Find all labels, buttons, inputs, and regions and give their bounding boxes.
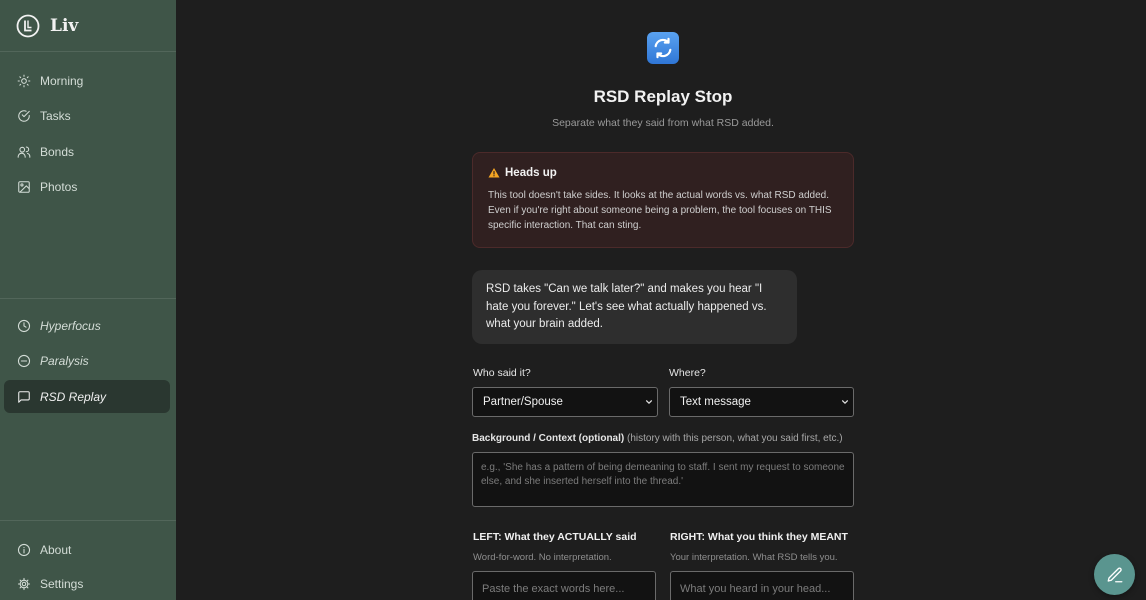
left-placeholder: Paste the exact words here...: [482, 583, 625, 595]
main-content: RSD Replay Stop Separate what they said …: [176, 0, 1146, 600]
check-circle-icon: [18, 109, 30, 122]
sidebar-item-label: RSD Replay: [40, 389, 107, 404]
context-label-hint: (history with this person, what you said…: [627, 433, 843, 444]
context-label: Background / Context (optional) (history…: [472, 433, 843, 444]
warning-body: This tool doesn't take sides. It looks a…: [488, 190, 832, 231]
sidebar-item-label: Settings: [40, 576, 84, 591]
sidebar-item-label: Morning: [40, 73, 84, 88]
sidebar-divider: [0, 298, 176, 299]
sidebar-item-morning[interactable]: Morning: [4, 64, 170, 97]
sun-icon: [17, 74, 31, 87]
brand[interactable]: Liv: [0, 0, 176, 52]
minus-circle-icon: [17, 354, 31, 367]
warning-title: Heads up: [505, 167, 557, 179]
warning-header: Heads up: [488, 167, 839, 179]
chevron-down-icon: [645, 400, 653, 404]
users-icon: [17, 146, 31, 158]
liv-logo-icon: [16, 14, 40, 37]
sidebar-item-label: Hyperfocus: [40, 318, 101, 333]
where-label: Where?: [669, 367, 706, 379]
info-icon: [17, 543, 31, 556]
page-subtitle: Separate what they said from what RSD ad…: [552, 117, 774, 129]
sidebar: Liv Morning Tasks Bonds Photos Hyperfocu…: [0, 0, 176, 600]
intro-message: RSD takes "Can we talk later?" and makes…: [472, 270, 797, 344]
warning-triangle-icon: [488, 168, 500, 178]
right-column-label: RIGHT: What you think they MEANT: [670, 531, 848, 543]
gear-icon: [17, 577, 31, 590]
who-label: Who said it?: [473, 367, 531, 379]
image-icon: [18, 180, 30, 193]
repeat-arrows-icon: [647, 32, 679, 64]
sidebar-item-label: Bonds: [40, 144, 75, 159]
who-select[interactable]: Partner/Spouse: [472, 387, 658, 417]
warning-callout: Heads up This tool doesn't take sides. I…: [472, 152, 854, 248]
chevron-down-icon: [841, 400, 849, 404]
where-select[interactable]: Text message: [669, 387, 854, 417]
sidebar-item-paralysis[interactable]: Paralysis: [4, 344, 170, 377]
sidebar-item-label: About: [40, 542, 72, 557]
who-select-value: Partner/Spouse: [483, 396, 563, 408]
brand-name: Liv: [50, 15, 79, 36]
sidebar-item-hyperfocus[interactable]: Hyperfocus: [4, 309, 170, 342]
left-column-hint: Word-for-word. No interpretation.: [473, 552, 612, 563]
where-select-value: Text message: [680, 396, 751, 408]
sidebar-item-photos[interactable]: Photos: [4, 170, 170, 203]
compose-fab-button[interactable]: [1094, 554, 1135, 595]
pencil-icon: [1107, 567, 1122, 582]
context-placeholder: e.g., 'She has a pattern of being demean…: [481, 462, 845, 487]
sidebar-item-label: Paralysis: [40, 353, 89, 368]
sidebar-item-label: Tasks: [40, 108, 71, 123]
context-label-title: Background / Context (optional): [472, 433, 625, 444]
right-column-hint: Your interpretation. What RSD tells you.: [670, 552, 838, 563]
sidebar-item-settings[interactable]: Settings: [4, 567, 170, 600]
page-title: RSD Replay Stop: [593, 87, 733, 106]
right-placeholder: What you heard in your head...: [680, 583, 831, 595]
left-column-label: LEFT: What they ACTUALLY said: [473, 531, 637, 543]
right-meant-textarea[interactable]: What you heard in your head...: [670, 571, 854, 600]
sidebar-divider: [0, 520, 176, 521]
sidebar-item-label: Photos: [40, 179, 78, 194]
message-square-icon: [18, 390, 30, 403]
clock-icon: [17, 319, 31, 332]
context-textarea[interactable]: e.g., 'She has a pattern of being demean…: [472, 452, 854, 507]
sidebar-item-bonds[interactable]: Bonds: [4, 135, 170, 168]
sidebar-item-rsd-replay[interactable]: RSD Replay: [4, 380, 170, 413]
left-said-textarea[interactable]: Paste the exact words here...: [472, 571, 656, 600]
sidebar-item-tasks[interactable]: Tasks: [4, 99, 170, 132]
sidebar-item-about[interactable]: About: [4, 533, 170, 566]
